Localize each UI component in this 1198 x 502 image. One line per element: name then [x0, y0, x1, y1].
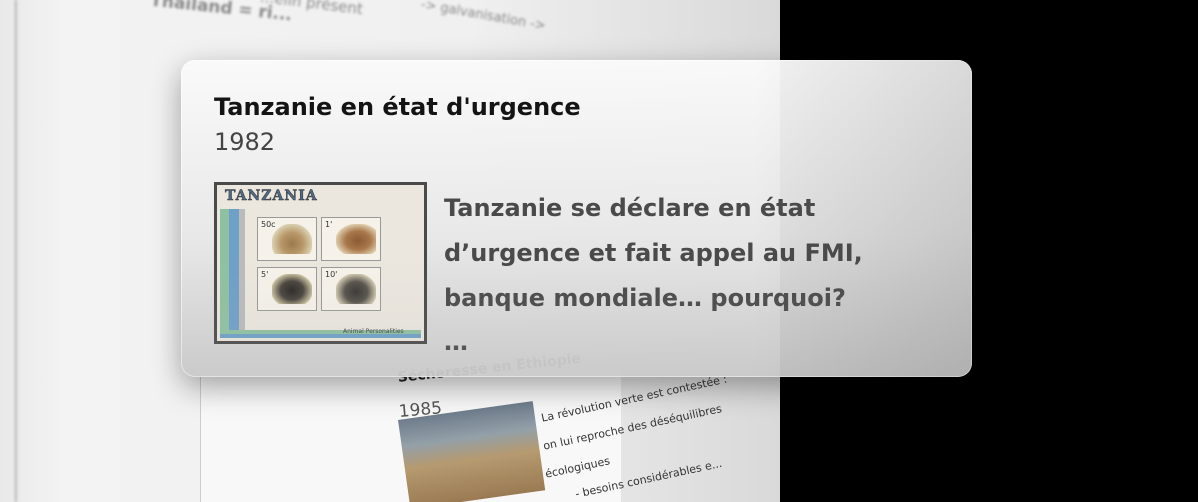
wild-dog-picture	[336, 224, 376, 254]
stamp-stripe	[239, 209, 245, 334]
event-detail-popup[interactable]: Tanzanie en état d'urgence 1982 TANZANIA…	[181, 60, 972, 377]
popup-description: Tanzanie se déclare en état d’urgence et…	[444, 194, 863, 312]
popup-title: Tanzanie en état d'urgence	[214, 93, 581, 121]
stamp-image[interactable]: TANZANIA 50c 1' 5' 10' Animal Personalit…	[214, 182, 427, 344]
mini-stamp-value: 1'	[325, 220, 333, 229]
elephant-picture	[336, 274, 376, 304]
popup-year: 1982	[214, 128, 276, 156]
lions-picture	[272, 224, 312, 254]
mini-stamp-value: 5'	[261, 270, 269, 279]
canvas-stage: Thailand = ri... ...elin présent -> galv…	[0, 0, 1198, 502]
mini-stamp-chimpanzee: 5'	[257, 267, 317, 311]
mini-stamp-lions: 50c	[257, 217, 317, 261]
mini-stamp-wild-dog: 1'	[321, 217, 381, 261]
more-ellipsis[interactable]: …	[444, 328, 470, 356]
mini-stamp-elephant: 10'	[321, 267, 381, 311]
background-text: -> galvanisation ->	[419, 0, 547, 34]
timeline-card-image	[398, 401, 546, 502]
page-edge	[14, 0, 18, 502]
stamp-country-label: TANZANIA	[225, 188, 318, 205]
stamp-caption: Animal Personalities	[343, 328, 404, 335]
chimpanzee-picture	[272, 274, 312, 304]
